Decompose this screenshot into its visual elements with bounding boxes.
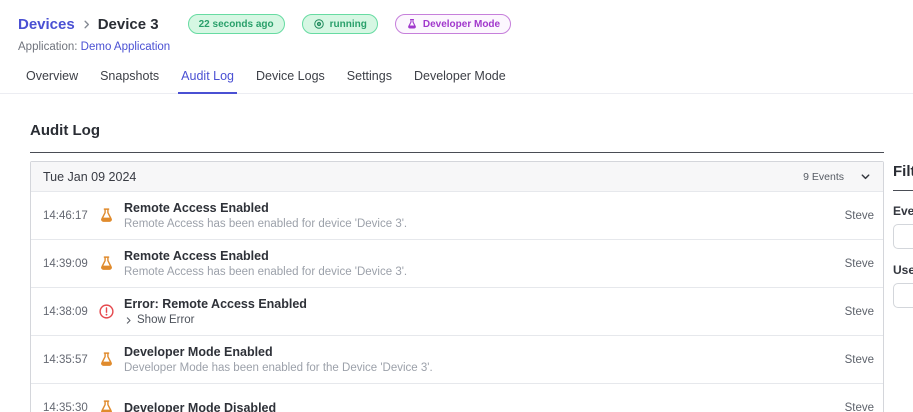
audit-log-section: Audit Log Tue Jan 09 2024 9 Events 14:46… bbox=[30, 112, 884, 412]
event-time: 14:39:09 bbox=[43, 257, 88, 270]
audit-row: 14:35:30 Developer Mode Disabled Steve bbox=[31, 383, 883, 412]
event-description: Remote Access has been enabled for devic… bbox=[124, 218, 408, 230]
tab-settings[interactable]: Settings bbox=[344, 67, 395, 94]
audit-row: 14:38:09 Error: Remote Access Enabled Sh… bbox=[31, 287, 883, 335]
event-text: Error: Remote Access Enabled Show Error bbox=[124, 297, 307, 326]
event-filter-input[interactable] bbox=[893, 224, 913, 249]
event-text: Developer Mode Disabled bbox=[124, 401, 276, 412]
tab-snapshots[interactable]: Snapshots bbox=[97, 67, 162, 94]
tab-overview[interactable]: Overview bbox=[23, 67, 81, 94]
event-time: 14:35:30 bbox=[43, 401, 88, 412]
event-title: Error: Remote Access Enabled bbox=[124, 297, 307, 311]
breadcrumb: Devices Device 3 22 seconds ago running bbox=[18, 14, 898, 34]
chevron-right-icon bbox=[81, 19, 92, 30]
event-description: Developer Mode has been enabled for the … bbox=[124, 362, 433, 374]
tab-audit-log[interactable]: Audit Log bbox=[178, 67, 237, 94]
event-user: Steve bbox=[844, 401, 874, 412]
event-filter-label: Event bbox=[893, 204, 913, 218]
time-ago-label: 22 seconds ago bbox=[198, 18, 274, 30]
user-filter-label: User bbox=[893, 263, 913, 277]
audit-row: 14:46:17 Remote Access Enabled Remote Ac… bbox=[31, 191, 883, 239]
event-title: Developer Mode Disabled bbox=[124, 400, 277, 412]
error-icon bbox=[98, 303, 115, 320]
tab-developer-mode[interactable]: Developer Mode bbox=[411, 67, 509, 94]
audit-table: Tue Jan 09 2024 9 Events 14:46:17 Remote… bbox=[30, 161, 884, 412]
running-label: running bbox=[329, 18, 367, 30]
event-text: Remote Access Enabled Remote Access has … bbox=[124, 201, 407, 230]
breadcrumb-devices-link[interactable]: Devices bbox=[18, 16, 75, 33]
status-badges: 22 seconds ago running Developer Mode bbox=[187, 14, 512, 34]
record-icon bbox=[313, 18, 325, 30]
section-divider bbox=[30, 152, 884, 153]
event-description: Remote Access has been enabled for devic… bbox=[124, 266, 408, 278]
event-user: Steve bbox=[844, 209, 874, 222]
event-text: Remote Access Enabled Remote Access has … bbox=[124, 249, 407, 278]
application-link[interactable]: Demo Application bbox=[81, 41, 171, 53]
flask-icon bbox=[406, 18, 418, 30]
application-label: Application: bbox=[18, 41, 78, 53]
chevron-down-icon[interactable] bbox=[860, 171, 871, 182]
filter-divider bbox=[893, 190, 913, 191]
audit-row: 14:35:57 Developer Mode Enabled Develope… bbox=[31, 335, 883, 383]
page-title: Audit Log bbox=[30, 122, 100, 139]
event-user: Steve bbox=[844, 257, 874, 270]
show-error-toggle[interactable]: Show Error bbox=[124, 314, 307, 326]
event-title: Developer Mode Enabled bbox=[124, 345, 273, 359]
application-row: Application: Demo Application bbox=[18, 41, 898, 53]
developer-mode-label: Developer Mode bbox=[422, 18, 501, 30]
event-title: Remote Access Enabled bbox=[124, 249, 269, 263]
chevron-right-icon bbox=[124, 316, 133, 325]
event-time: 14:35:57 bbox=[43, 353, 88, 366]
flask-icon bbox=[98, 207, 115, 224]
flask-icon bbox=[98, 399, 115, 412]
tab-device-logs[interactable]: Device Logs bbox=[253, 67, 328, 94]
date-label: Tue Jan 09 2024 bbox=[43, 169, 137, 184]
show-error-label: Show Error bbox=[137, 314, 195, 326]
event-title: Remote Access Enabled bbox=[124, 201, 269, 215]
time-ago-badge: 22 seconds ago bbox=[187, 14, 285, 34]
audit-row: 14:39:09 Remote Access Enabled Remote Ac… bbox=[31, 239, 883, 287]
event-text: Developer Mode Enabled Developer Mode ha… bbox=[124, 345, 433, 374]
event-user: Steve bbox=[844, 305, 874, 318]
event-time: 14:46:17 bbox=[43, 209, 88, 222]
user-filter-input[interactable] bbox=[893, 283, 913, 308]
event-user: Steve bbox=[844, 353, 874, 366]
page-header: Devices Device 3 22 seconds ago running bbox=[18, 14, 898, 53]
filter-panel: Filter Event User bbox=[893, 155, 913, 308]
flask-icon bbox=[98, 351, 115, 368]
breadcrumb-current-device: Device 3 bbox=[97, 15, 159, 33]
tab-bar: Overview Snapshots Audit Log Device Logs… bbox=[0, 67, 913, 94]
developer-mode-badge: Developer Mode bbox=[394, 14, 512, 34]
date-group-header[interactable]: Tue Jan 09 2024 9 Events bbox=[31, 162, 883, 191]
flask-icon bbox=[98, 255, 115, 272]
running-status-badge: running bbox=[301, 14, 378, 34]
events-count: 9 Events bbox=[803, 170, 844, 183]
filter-title: Filter bbox=[893, 163, 913, 180]
event-time: 14:38:09 bbox=[43, 305, 88, 318]
